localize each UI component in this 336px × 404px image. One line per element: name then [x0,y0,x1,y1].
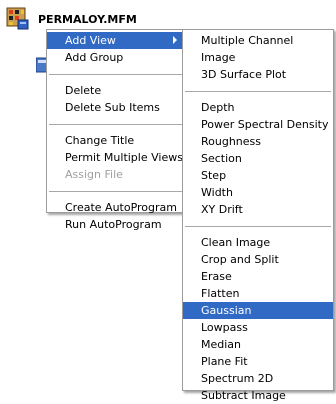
menu-item-permit-multiple-views[interactable]: Permit Multiple Views [47,149,184,166]
menu-separator [185,91,331,92]
submenu-arrow-icon [173,36,177,44]
menu-item-create-autoprogram[interactable]: Create AutoProgram [47,199,184,216]
menu-item-delete-sub-items[interactable]: Delete Sub Items [47,99,184,116]
menu-item-label: Roughness [201,135,262,148]
menu-item-label: 3D Surface Plot [201,68,287,81]
menu-item-label: Gaussian [201,304,252,317]
menu-item-label: Flatten [201,287,240,300]
submenu-item-depth[interactable]: Depth [183,99,333,116]
submenu-item-spectrum-2d[interactable]: Spectrum 2D [183,370,333,387]
menu-item-label: Delete [65,84,102,97]
menu-separator [49,191,182,192]
menu-item-label: Subtract Image [201,389,286,402]
submenu-item-width[interactable]: Width [183,184,333,201]
menu-separator [185,226,331,227]
menu-item-label: Add View [65,34,116,47]
menu-item-label: Create AutoProgram [65,201,177,214]
menu-item-label: Power Spectral Density [201,118,329,131]
menu-separator [49,124,182,125]
file-label: PERMALOY.MFM [38,12,137,26]
menu-item-label: Depth [201,101,235,114]
submenu-item-gaussian[interactable]: Gaussian [183,302,333,319]
menu-item-label: Multiple Channel [201,34,294,47]
menu-item-label: Median [201,338,242,351]
submenu-item-erase[interactable]: Erase [183,268,333,285]
menu-item-label: Spectrum 2D [201,372,274,385]
menu-item-change-title[interactable]: Change Title [47,132,184,149]
menu-item-label: Image [201,51,236,64]
menu-item-delete[interactable]: Delete [47,82,184,99]
submenu-item-multiple-channel[interactable]: Multiple Channel [183,32,333,49]
submenu-item-clean-image[interactable]: Clean Image [183,234,333,251]
menu-item-label: Run AutoProgram [65,218,162,231]
submenu-item-3d-surface-plot[interactable]: 3D Surface Plot [183,66,333,83]
submenu-item-image[interactable]: Image [183,49,333,66]
menu-item-add-view[interactable]: Add View [47,32,184,49]
menu-item-run-autoprogram[interactable]: Run AutoProgram [47,216,184,233]
menu-item-label: Clean Image [201,236,271,249]
menu-item-label: Step [201,169,227,182]
submenu-item-power-spectral-density[interactable]: Power Spectral Density [183,116,333,133]
submenu-item-crop-and-split[interactable]: Crop and Split [183,251,333,268]
menu-item-label: Change Title [65,134,135,147]
menu-item-label: Plane Fit [201,355,248,368]
submenu-item-lowpass[interactable]: Lowpass [183,319,333,336]
menu-item-label: Section [201,152,242,165]
menu-item-add-group[interactable]: Add Group [47,49,184,66]
menu-item-label: Delete Sub Items [65,101,160,114]
menu-separator [49,74,182,75]
mfm-file-icon [6,7,30,31]
menu-item-assign-file: Assign File [47,166,184,183]
menu-item-label: XY Drift [201,203,243,216]
menu-item-label: Permit Multiple Views [65,151,183,164]
context-menu: Add View Add Group Delete Delete Sub Ite… [46,29,185,231]
submenu-item-flatten[interactable]: Flatten [183,285,333,302]
submenu-item-median[interactable]: Median [183,336,333,353]
menu-item-label: Assign File [65,168,123,181]
submenu-item-roughness[interactable]: Roughness [183,133,333,150]
submenu-item-xy-drift[interactable]: XY Drift [183,201,333,218]
menu-item-label: Add Group [65,51,124,64]
menu-item-label: Erase [201,270,232,283]
menu-item-label: Width [201,186,233,199]
submenu-item-section[interactable]: Section [183,150,333,167]
submenu-item-plane-fit[interactable]: Plane Fit [183,353,333,370]
menu-item-label: Lowpass [201,321,248,334]
submenu-item-step[interactable]: Step [183,167,333,184]
menu-item-label: Crop and Split [201,253,279,266]
add-view-submenu: Multiple Channel Image 3D Surface Plot D… [182,29,334,402]
submenu-item-subtract-image[interactable]: Subtract Image [183,387,333,404]
